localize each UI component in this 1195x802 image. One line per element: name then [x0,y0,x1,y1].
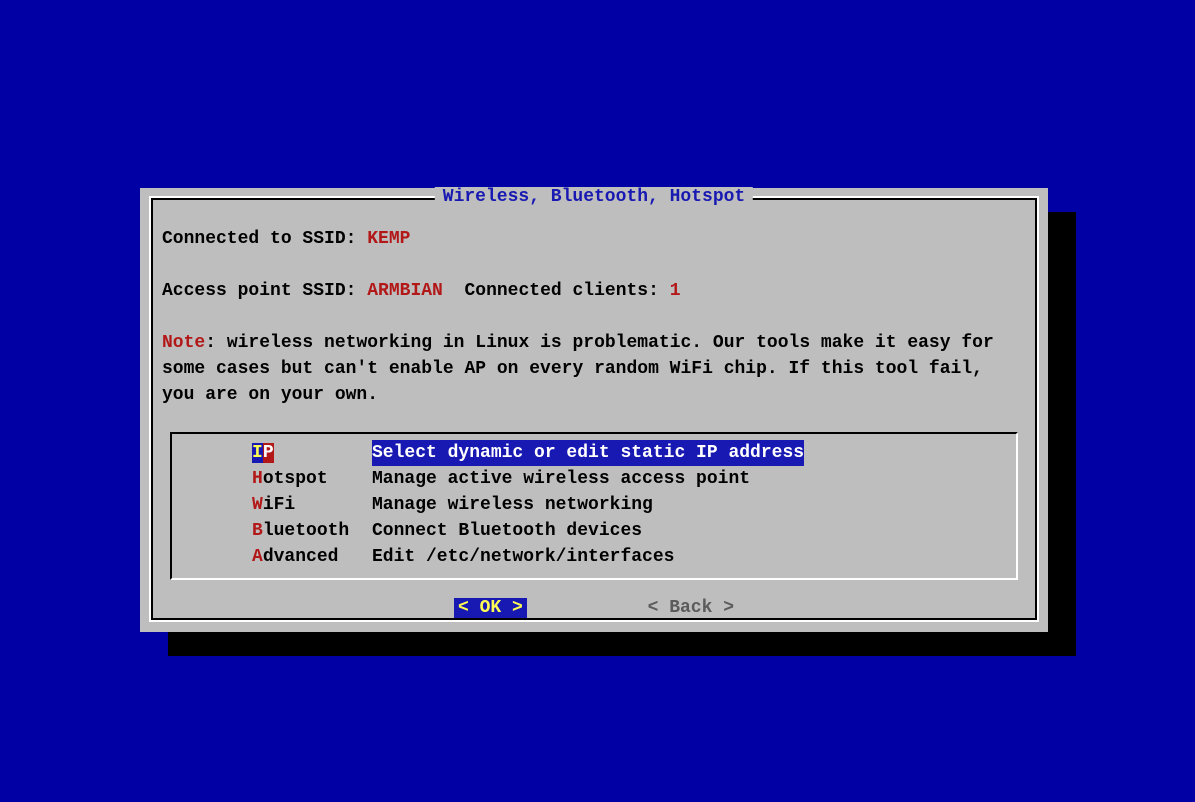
note-label: Note [162,333,205,353]
dialog-box: Wireless, Bluetooth, Hotspot Connected t… [140,188,1048,632]
menu-item-label: IP [252,440,372,466]
ap-ssid-value: ARMBIAN [367,281,443,301]
menu-item-hotspot[interactable]: HotspotManage active wireless access poi… [172,466,1016,492]
menu-item-wifi[interactable]: WiFiManage wireless networking [172,492,1016,518]
connected-ssid-value: KEMP [367,229,410,249]
menu-box: IPSelect dynamic or edit static IP addre… [170,432,1018,580]
menu-item-bluetooth[interactable]: BluetoothConnect Bluetooth devices [172,518,1016,544]
menu-item-ip[interactable]: IPSelect dynamic or edit static IP addre… [172,440,1016,466]
inner-frame [1035,198,1037,620]
dialog-title: Wireless, Bluetooth, Hotspot [435,187,753,207]
menu-item-label: WiFi [252,492,372,518]
inner-frame [151,198,153,620]
menu-item-label: Advanced [252,544,372,570]
menu-item-desc: Manage active wireless access point [372,466,750,492]
button-row: < OK > < Back > [140,598,1048,618]
menu-item-desc: Edit /etc/network/interfaces [372,544,674,570]
inner-frame [151,618,1037,620]
menu-item-advanced[interactable]: AdvancedEdit /etc/network/interfaces [172,544,1016,570]
dialog-content: Connected to SSID: KEMP Access point SSI… [162,226,1026,428]
menu-item-label: Hotspot [252,466,372,492]
ap-line: Access point SSID: ARMBIAN Connected cli… [162,278,1026,304]
clients-count-value: 1 [670,281,681,301]
menu-item-desc: Connect Bluetooth devices [372,518,642,544]
menu-item-desc: Manage wireless networking [372,492,653,518]
connected-line: Connected to SSID: KEMP [162,226,1026,252]
ok-button[interactable]: < OK > [454,598,527,618]
menu-item-label: Bluetooth [252,518,372,544]
note-text: Note: wireless networking in Linux is pr… [162,330,1026,408]
back-button[interactable]: < Back > [648,598,734,618]
menu-item-desc: Select dynamic or edit static IP address [372,440,804,466]
